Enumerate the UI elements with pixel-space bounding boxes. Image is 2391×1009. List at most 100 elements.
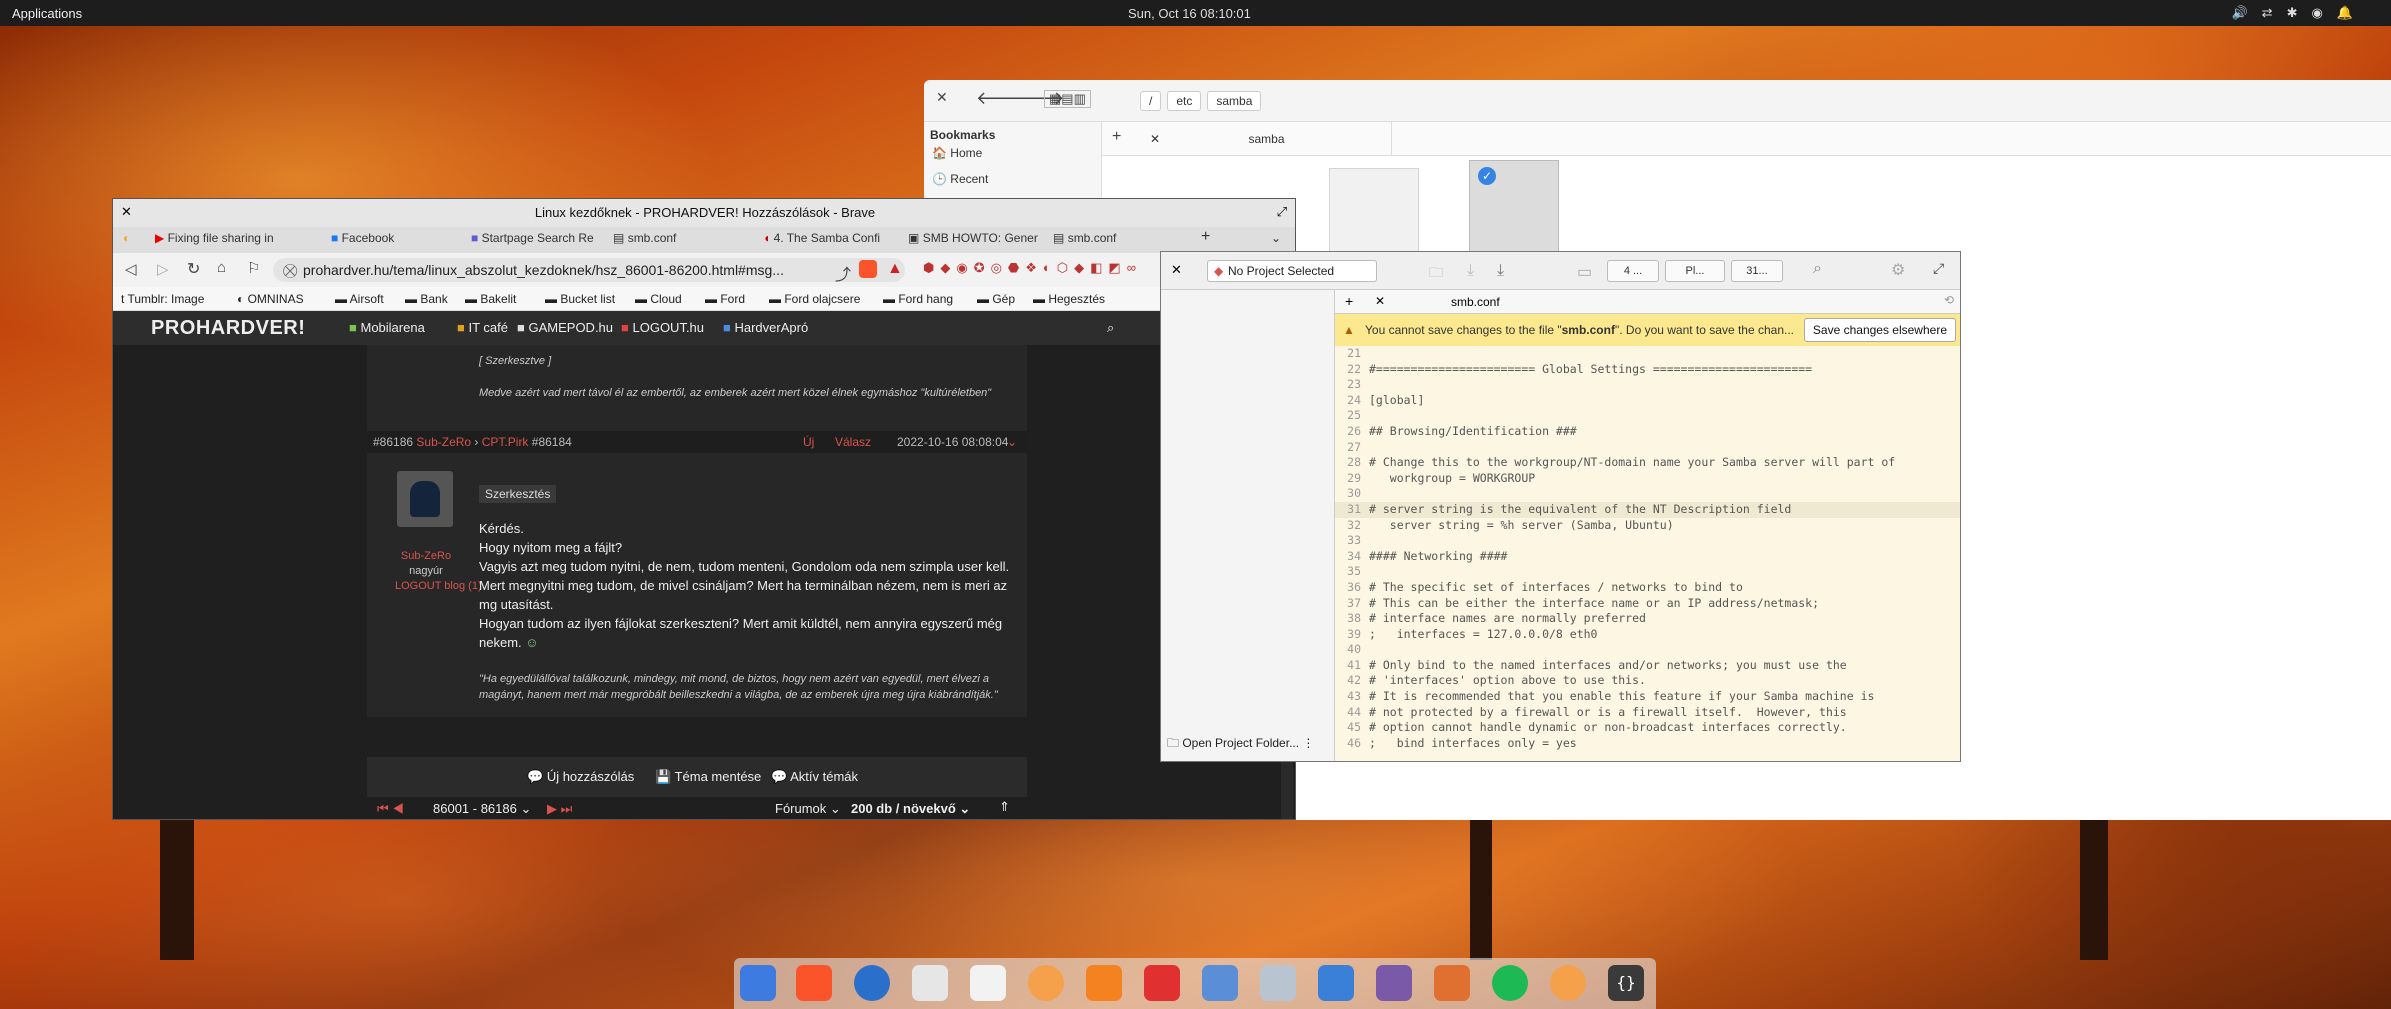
bookmark-bucket-list[interactable]: ▬ Bucket list xyxy=(545,292,615,306)
author-name[interactable]: Sub-ZeRo xyxy=(395,549,457,564)
tag-icon[interactable]: ▭ xyxy=(1577,262,1592,282)
tab-smb-howto[interactable]: ▣ SMB HOWTO: Gener xyxy=(908,231,1038,245)
code-line[interactable]: 37 # This can be either the interface nam… xyxy=(1335,596,1960,612)
code-line[interactable]: 38 # interface names are normally preferr… xyxy=(1335,611,1960,627)
code-line[interactable]: 46; bind interfaces only = yes xyxy=(1335,736,1960,752)
tab-facebook[interactable]: ■ Facebook xyxy=(331,231,451,245)
close-icon[interactable]: ✕ xyxy=(1171,262,1182,278)
chevron-down-icon[interactable]: ⌄ xyxy=(1007,431,1017,453)
code-line[interactable]: 34 #### Networking #### xyxy=(1335,549,1960,565)
mango-icon[interactable] xyxy=(1550,965,1586,1001)
edit-button[interactable]: Szerkesztés xyxy=(479,485,557,503)
bookmark-bakelit[interactable]: ▬ Bakelit xyxy=(465,292,516,306)
grid-view-icon[interactable]: ▦▤▥ xyxy=(1044,90,1091,108)
reply-link[interactable]: Válasz xyxy=(835,431,871,453)
sidebar-item-recent[interactable]: 🕒 Recent xyxy=(932,172,988,186)
code-line[interactable]: 33 xyxy=(1335,533,1960,549)
close-icon[interactable]: ✕ xyxy=(936,89,948,106)
search-icon[interactable]: ⌕ xyxy=(1813,260,1822,278)
new-link[interactable]: Új xyxy=(803,431,814,453)
code-line[interactable]: 40 xyxy=(1335,642,1960,658)
code-line[interactable]: 41 # Only bind to the named interfaces an… xyxy=(1335,658,1960,674)
vlc-icon[interactable] xyxy=(1086,965,1122,1001)
appcenter-icon[interactable] xyxy=(1376,965,1412,1001)
tab-fixing-file-sharing[interactable]: ▶ Fixing file sharing in Ub xyxy=(155,231,275,245)
anydesk-icon[interactable] xyxy=(1144,965,1180,1001)
avatar[interactable] xyxy=(397,471,453,527)
close-icon[interactable]: ✕ xyxy=(121,204,132,220)
save-icon[interactable]: ⤓ xyxy=(1497,262,1504,280)
gear-icon[interactable]: ⚙ xyxy=(1891,260,1905,280)
code-line[interactable]: 31 # server string is the equivalent of t… xyxy=(1335,501,1960,518)
download-icon[interactable]: ⤓ xyxy=(1467,262,1474,280)
code-line[interactable]: 28 # Change this to the workgroup/NT-doma… xyxy=(1335,455,1960,471)
open-project-folder-button[interactable]: 🗀 Open Project Folder... ⋮ xyxy=(1167,734,1314,755)
line-setting[interactable]: 31... xyxy=(1731,260,1783,282)
system-tray[interactable]: 🔊⇄✱◉🔔 xyxy=(2231,5,2367,21)
code-line[interactable]: 39; interfaces = 127.0.0.0/8 eth0 xyxy=(1335,627,1960,643)
code-line[interactable]: 23 xyxy=(1335,377,1960,393)
tab-smb-conf[interactable]: ▤ smb.conf xyxy=(613,231,733,245)
code-view[interactable]: 21 22 #======================= Global Sett… xyxy=(1335,346,1960,761)
reload-icon[interactable]: ↻ xyxy=(187,259,200,279)
palette-icon[interactable] xyxy=(1434,965,1470,1001)
brave-rewards-icon[interactable]: ▲ xyxy=(887,260,903,278)
code-line[interactable]: 43 # It is recommended that you enable th… xyxy=(1335,689,1960,705)
extensions-icon[interactable]: ⬢◆◉✪◎⬣❖◐⬡◆◧◩∞ xyxy=(923,260,1142,276)
photos-icon[interactable] xyxy=(1202,965,1238,1001)
author-blog[interactable]: LOGOUT blog (1) xyxy=(395,579,482,594)
history-icon[interactable]: ◐ xyxy=(123,231,143,245)
back-icon[interactable]: ◁ xyxy=(125,260,137,278)
save-elsewhere-button[interactable]: Save changes elsewhere xyxy=(1803,318,1956,342)
code-editor-icon[interactable]: {} xyxy=(1608,965,1644,1001)
code-line[interactable]: 36 # The specific set of interfaces / net… xyxy=(1335,580,1960,596)
search-icon[interactable]: ⌕ xyxy=(1107,320,1114,336)
bookmark-airsoft[interactable]: ▬ Airsoft xyxy=(335,292,384,306)
reply-to-link[interactable]: CPT.Pirk xyxy=(482,435,529,449)
bookmark-ford-olajcsere[interactable]: ▬ Ford olajcsere xyxy=(769,292,860,306)
close-icon[interactable]: ✕ xyxy=(1150,122,1160,156)
code-line[interactable]: 35 xyxy=(1335,564,1960,580)
bookmark-ford[interactable]: ▬ Ford xyxy=(705,292,745,306)
new-post-button[interactable]: 💬 Új hozzászólás xyxy=(527,765,634,789)
nav-hardverapro[interactable]: ■ HardverApró xyxy=(723,320,808,335)
page-range-select[interactable]: 86001 - 86186 ⌄ xyxy=(433,801,531,817)
first-page-icon[interactable]: ⏮ ◀ xyxy=(377,801,404,817)
chevron-down-icon[interactable]: ⌄ xyxy=(1271,231,1281,245)
folder-icon[interactable]: 🗀 xyxy=(1429,262,1443,286)
language-setting[interactable]: Pl... xyxy=(1665,260,1725,282)
path-etc[interactable]: etc xyxy=(1167,91,1202,111)
brave-icon[interactable] xyxy=(796,965,832,1001)
new-tab-icon[interactable]: + xyxy=(1201,228,1210,246)
tab-samba-config[interactable]: ◖ 4. The Samba Confi xyxy=(763,231,893,245)
site-logo[interactable]: PROHARDVER! xyxy=(151,317,305,340)
code-line[interactable]: 42 # 'interfaces' option above to use thi… xyxy=(1335,673,1960,689)
bookmark-cloud[interactable]: ▬ Cloud xyxy=(635,292,682,306)
maximize-icon[interactable]: ⤢ xyxy=(1277,204,1287,220)
tab-smb-conf-2[interactable]: ▤ smb.conf xyxy=(1053,231,1163,245)
next-page-icon[interactable]: ▶ ⏭ xyxy=(547,801,572,817)
code-line[interactable]: 26 ## Browsing/Identification ### xyxy=(1335,424,1960,440)
nav-logout[interactable]: ■ LOGOUT.hu xyxy=(621,320,704,335)
home-icon[interactable]: ⌂ xyxy=(217,259,226,276)
nav-gamepod[interactable]: ■ GAMEPOD.hu xyxy=(517,320,613,335)
forward-icon[interactable]: ▷ xyxy=(157,260,169,278)
new-tab-icon[interactable]: + xyxy=(1112,128,1121,146)
scroll-top-icon[interactable]: ⇑ xyxy=(999,799,1010,815)
brave-shields-icon[interactable] xyxy=(859,260,877,278)
calendar-icon[interactable] xyxy=(970,965,1006,1001)
multitasking-icon[interactable] xyxy=(740,965,776,1001)
clock[interactable]: Sun, Oct 16 08:10:01 xyxy=(1128,6,1251,21)
indent-setting[interactable]: 4 ... xyxy=(1607,260,1659,282)
code-line[interactable]: 21 xyxy=(1335,346,1960,362)
forum-select[interactable]: Fórumok ⌄ xyxy=(775,801,841,817)
project-selector[interactable]: ◆ No Project Selected xyxy=(1207,260,1377,282)
tasks-icon[interactable] xyxy=(912,965,948,1001)
mango-icon[interactable] xyxy=(1028,965,1064,1001)
per-page-select[interactable]: 200 db / növekvő ⌄ xyxy=(851,801,970,817)
code-line[interactable]: 45 # option cannot handle dynamic or non-… xyxy=(1335,720,1960,736)
path-samba[interactable]: samba xyxy=(1207,91,1262,111)
sidebar-item-home[interactable]: 🏠 Home xyxy=(932,146,982,160)
share-icon[interactable]: ⤴ xyxy=(835,261,851,285)
bookmark-omninas[interactable]: ◐ OMNINAS xyxy=(237,292,304,306)
